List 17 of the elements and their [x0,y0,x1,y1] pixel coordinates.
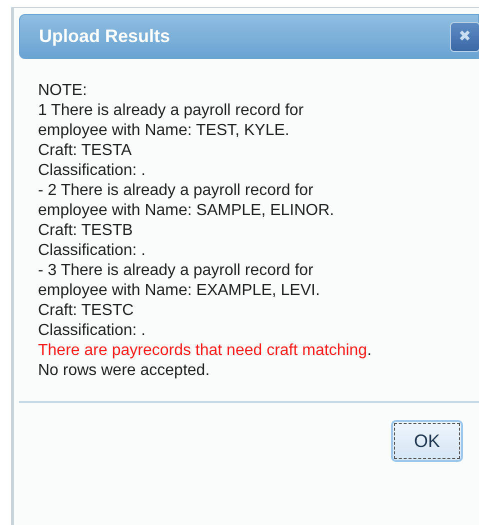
message-line: employee with Name: EXAMPLE, LEVI. [38,281,321,301]
message-line: NOTE: [38,81,88,101]
message-line: 1 There is already a payroll record for [38,101,305,121]
message-line: - 2 There is already a payroll record for [38,181,314,201]
message-line: No rows were accepted. [38,361,211,381]
message-line: Craft: TESTA [38,141,133,161]
message-line: - 3 There is already a payroll record for [38,261,314,281]
message-line: Craft: TESTC [38,301,135,321]
ok-button[interactable]: OK [391,420,463,462]
message-line: Classification: . [38,161,147,181]
window-title: Upload Results [39,25,170,48]
message-line: employee with Name: SAMPLE, ELINOR. [38,201,336,221]
message-line: Classification: . [38,241,147,261]
message-line: There are payrecords that need craft matching. [38,341,373,361]
message-line: Craft: TESTB [38,221,134,241]
message-line: Classification: . [38,321,147,341]
message-line: employee with Name: TEST, KYLE. [38,121,290,141]
